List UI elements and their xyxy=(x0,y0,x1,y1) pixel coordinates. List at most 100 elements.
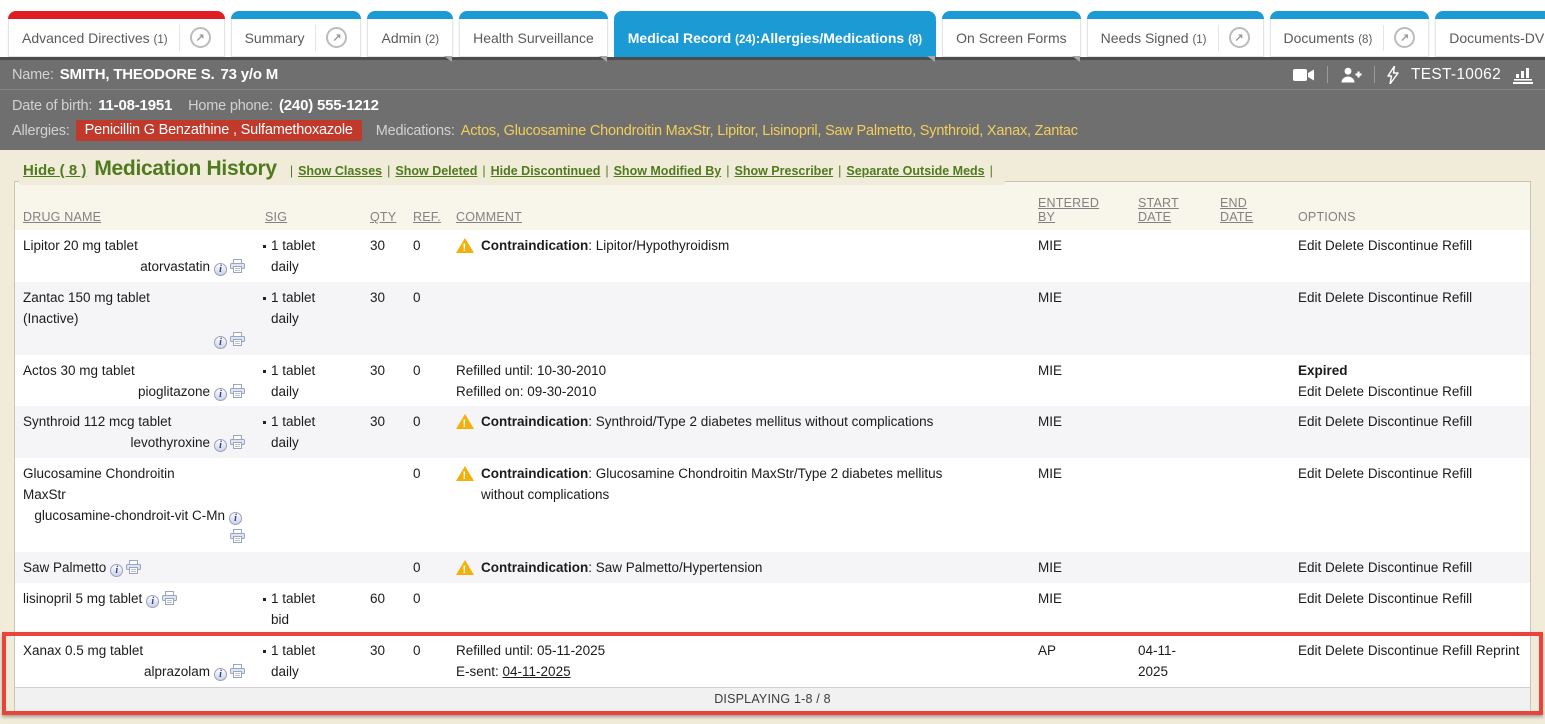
column-header-comment[interactable]: COMMENT xyxy=(446,210,1028,230)
info-icon[interactable]: i xyxy=(146,595,159,608)
lightning-icon[interactable] xyxy=(1387,66,1399,84)
esent-date-link[interactable]: 04-11-2025 xyxy=(503,664,571,679)
tab-documents-dv[interactable]: Documents-DV↗ xyxy=(1435,12,1545,57)
info-icon[interactable]: i xyxy=(214,263,227,276)
option-edit[interactable]: Edit xyxy=(1298,466,1321,481)
option-refill[interactable]: Refill xyxy=(1442,643,1472,658)
tab-documents-8[interactable]: Documents (8)↗ xyxy=(1270,12,1430,57)
option-delete[interactable]: Delete xyxy=(1325,290,1364,305)
option-discontinue[interactable]: Discontinue xyxy=(1368,414,1439,429)
generic-name: atorvastatini xyxy=(23,257,247,278)
add-person-icon[interactable] xyxy=(1340,67,1362,83)
option-delete[interactable]: Delete xyxy=(1325,643,1364,658)
option-refill[interactable]: Refill xyxy=(1442,466,1472,481)
option-discontinue[interactable]: Discontinue xyxy=(1368,643,1439,658)
qty-value: 30 xyxy=(360,635,403,687)
comment-cell: Contraindication: Synthroid/Type 2 diabe… xyxy=(446,406,1028,458)
drug-name: lisinopril 5 mg tableti xyxy=(23,589,201,610)
info-icon[interactable]: i xyxy=(214,439,227,452)
option-delete[interactable]: Delete xyxy=(1325,238,1364,253)
printer-icon[interactable] xyxy=(230,529,245,543)
option-delete[interactable]: Delete xyxy=(1325,591,1364,606)
option-discontinue[interactable]: Discontinue xyxy=(1368,466,1439,481)
option-discontinue[interactable]: Discontinue xyxy=(1368,384,1439,399)
printer-icon[interactable] xyxy=(162,591,177,605)
tab-health-surveillance[interactable]: Health Surveillance xyxy=(459,12,608,57)
option-discontinue[interactable]: Discontinue xyxy=(1368,238,1439,253)
info-icon[interactable]: i xyxy=(214,668,227,681)
column-header-sig[interactable]: SIG xyxy=(255,210,360,230)
option-edit[interactable]: Edit xyxy=(1298,591,1321,606)
column-header-qty[interactable]: QTY xyxy=(360,210,403,230)
column-header-start-date[interactable]: START DATE xyxy=(1128,196,1210,230)
option-discontinue[interactable]: Discontinue xyxy=(1368,591,1439,606)
divider xyxy=(1374,66,1375,83)
option-edit[interactable]: Edit xyxy=(1298,238,1321,253)
option-edit[interactable]: Edit xyxy=(1298,560,1321,575)
printer-icon[interactable] xyxy=(230,259,245,273)
printer-icon[interactable] xyxy=(230,435,245,449)
option-delete[interactable]: Delete xyxy=(1325,560,1364,575)
info-icon[interactable]: i xyxy=(214,336,227,349)
option-discontinue[interactable]: Discontinue xyxy=(1368,290,1439,305)
printer-icon[interactable] xyxy=(230,332,245,346)
video-camera-icon[interactable] xyxy=(1293,68,1315,82)
option-discontinue[interactable]: Discontinue xyxy=(1368,560,1439,575)
tab-advanced-directives-1[interactable]: Advanced Directives (1)↗ xyxy=(8,12,225,57)
option-delete[interactable]: Delete xyxy=(1325,384,1364,399)
flowsheet-chart-icon[interactable] xyxy=(1513,66,1533,84)
column-header-end-date[interactable]: END DATE xyxy=(1210,196,1288,230)
link-show-prescriber[interactable]: Show Prescriber xyxy=(734,164,833,178)
option-edit[interactable]: Edit xyxy=(1298,384,1321,399)
info-icon[interactable]: i xyxy=(229,512,242,525)
option-reprint[interactable]: Reprint xyxy=(1476,643,1520,658)
tab-on-screen-forms[interactable]: On Screen Forms xyxy=(942,12,1080,57)
ref-value: 0 xyxy=(403,282,446,355)
tab-summary[interactable]: Summary↗ xyxy=(231,12,362,57)
external-link-icon[interactable]: ↗ xyxy=(179,25,211,51)
allergies-badge[interactable]: Penicillin G Benzathine , Sulfamethoxazo… xyxy=(76,120,362,141)
info-icon[interactable]: i xyxy=(214,388,227,401)
option-refill[interactable]: Refill xyxy=(1442,591,1472,606)
printer-icon[interactable] xyxy=(230,384,245,398)
link-show-modified-by[interactable]: Show Modified By xyxy=(614,164,722,178)
medications-list[interactable]: Actos, Glucosamine Chondroitin MaxStr, L… xyxy=(461,123,1078,139)
link-show-deleted[interactable]: Show Deleted xyxy=(395,164,477,178)
patient-id: TEST-10062 xyxy=(1411,66,1501,84)
comment-cell: Contraindication: Lipitor/Hypothyroidism xyxy=(446,230,1028,282)
column-header-ref[interactable]: REF. xyxy=(403,210,446,230)
info-icon[interactable]: i xyxy=(110,564,123,577)
option-edit[interactable]: Edit xyxy=(1298,414,1321,429)
link-hide-discontinued[interactable]: Hide Discontinued xyxy=(491,164,601,178)
option-delete[interactable]: Delete xyxy=(1325,466,1364,481)
column-header-drug-name[interactable]: DRUG NAME xyxy=(15,210,255,230)
patient-name-bar: Name: SMITH, THEODORE S. 73 y/o M TEST-1… xyxy=(0,57,1545,89)
ref-value: 0 xyxy=(403,406,446,458)
external-link-icon[interactable]: ↗ xyxy=(315,25,347,51)
option-edit[interactable]: Edit xyxy=(1298,643,1321,658)
start-date-value xyxy=(1128,282,1210,355)
printer-icon[interactable] xyxy=(126,560,141,574)
link-show-classes[interactable]: Show Classes xyxy=(298,164,382,178)
tab-needs-signed-1[interactable]: Needs Signed (1)↗ xyxy=(1087,12,1264,57)
tab-medical-record-24-allergies-medications-8[interactable]: Medical Record (24):Allergies/Medication… xyxy=(614,12,936,57)
qty-value: 60 xyxy=(360,583,403,635)
tab-admin-2[interactable]: Admin (2) xyxy=(367,12,453,57)
printer-icon[interactable] xyxy=(230,664,245,678)
external-link-icon[interactable]: ↗ xyxy=(1383,25,1415,51)
option-refill[interactable]: Refill xyxy=(1442,290,1472,305)
entered-by-value: MIE xyxy=(1028,406,1128,458)
hide-toggle-link[interactable]: Hide ( 8 ) xyxy=(23,162,86,179)
comment-cell: Refilled until: 05-11-2025E-sent: 04-11-… xyxy=(446,635,1028,687)
column-header-options[interactable]: OPTIONS xyxy=(1288,210,1530,230)
link-separate-outside-meds[interactable]: Separate Outside Meds xyxy=(846,164,984,178)
option-refill[interactable]: Refill xyxy=(1442,560,1472,575)
tab-label: On Screen Forms xyxy=(956,30,1066,46)
option-edit[interactable]: Edit xyxy=(1298,290,1321,305)
external-link-icon[interactable]: ↗ xyxy=(1218,25,1250,51)
option-refill[interactable]: Refill xyxy=(1442,414,1472,429)
column-header-entered-by[interactable]: ENTERED BY xyxy=(1028,196,1128,230)
option-delete[interactable]: Delete xyxy=(1325,414,1364,429)
option-refill[interactable]: Refill xyxy=(1442,238,1472,253)
option-refill[interactable]: Refill xyxy=(1442,384,1472,399)
